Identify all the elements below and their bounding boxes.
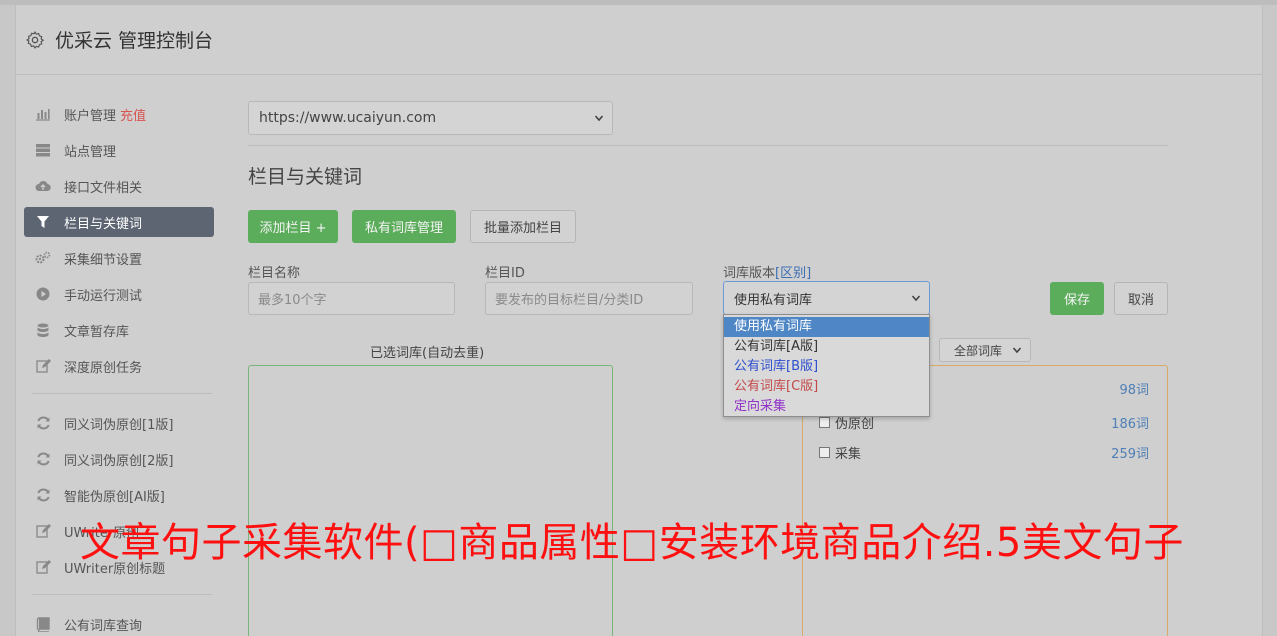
batch-add-column-button[interactable]: 批量添加栏目 — [470, 210, 576, 243]
sidebar-item-label: 栏目与关键词 — [64, 216, 143, 232]
add-column-button[interactable]: 添加栏目 + — [248, 210, 338, 243]
library-version-label: 词库版本[区别] — [723, 262, 811, 281]
sidebar-item-synonym-v1[interactable]: 同义词伪原创[1版] — [24, 408, 214, 438]
sidebar-item-label: 文章暂存库 — [64, 324, 130, 340]
library-version-select[interactable]: 使用私有词库 — [723, 281, 930, 315]
sidebar-item-article-store[interactable]: 文章暂存库 — [24, 315, 214, 345]
sidebar-item-label: 同义词伪原创[1版] — [64, 417, 174, 433]
library-count: 259词 — [1111, 447, 1149, 462]
library-count: 98词 — [1119, 383, 1149, 398]
sidebar-item-label: 账户管理 — [64, 108, 117, 124]
chevron-down-icon — [1012, 347, 1022, 354]
sidebar-item-collect-settings[interactable]: 采集细节设置 — [24, 243, 214, 273]
site-select[interactable]: https://www.ucaiyun.com — [248, 101, 613, 135]
play-circle-icon — [35, 286, 51, 302]
page-title: 优采云 管理控制台 — [55, 30, 214, 52]
sidebar-item-account[interactable]: 账户管理 充值 — [24, 99, 214, 129]
cloud-upload-icon — [35, 178, 51, 194]
column-name-input[interactable]: 最多10个字 — [248, 282, 455, 315]
server-icon — [35, 142, 51, 158]
library-checkbox[interactable] — [819, 447, 830, 458]
edit-icon — [35, 358, 51, 374]
section-title: 栏目与关键词 — [248, 166, 363, 188]
difference-link[interactable]: [区别] — [775, 266, 811, 281]
cancel-button[interactable]: 取消 — [1114, 282, 1168, 315]
dropdown-option-private[interactable]: 使用私有词库 — [724, 317, 929, 337]
sidebar-divider — [32, 594, 212, 595]
dropdown-option-public-b[interactable]: 公有词库[B版] — [724, 357, 929, 377]
sidebar-item-label: 采集细节设置 — [64, 252, 143, 268]
sidebar-item-label: 深度原创任务 — [64, 360, 143, 376]
divider — [248, 145, 1168, 146]
database-icon — [35, 322, 51, 338]
library-checkbox[interactable] — [819, 417, 830, 428]
chevron-down-icon — [911, 295, 921, 302]
column-id-input[interactable]: 要发布的目标栏目/分类ID — [485, 282, 693, 315]
column-id-label: 栏目ID — [485, 266, 525, 281]
library-version-dropdown[interactable]: 使用私有词库 公有词库[A版] 公有词库[B版] 公有词库[C版] 定向采集 — [723, 314, 930, 417]
library-filter-select[interactable]: 全部词库 — [939, 338, 1031, 362]
sidebar-item-ai-original[interactable]: 智能伪原创[AI版] — [24, 480, 214, 510]
selected-libraries-panel[interactable] — [248, 365, 613, 636]
gear-icon — [26, 30, 45, 49]
bar-chart-icon — [35, 106, 51, 122]
sidebar-item-label: 公有词库查询 — [64, 618, 143, 634]
library-version-value: 使用私有词库 — [734, 292, 813, 308]
edit-icon — [35, 559, 51, 575]
sidebar-item-label: 接口文件相关 — [64, 180, 143, 196]
dropdown-option-directed[interactable]: 定向采集 — [724, 397, 929, 417]
sidebar-item-label: 手动运行测试 — [64, 288, 143, 304]
library-row[interactable]: 采集 259词 — [819, 443, 1149, 462]
library-version-label-text: 词库版本 — [723, 266, 776, 281]
sidebar-item-sites[interactable]: 站点管理 — [24, 135, 214, 165]
refresh-icon — [35, 487, 51, 503]
sidebar-item-synonym-v2[interactable]: 同义词伪原创[2版] — [24, 444, 214, 474]
private-library-button[interactable]: 私有词库管理 — [352, 210, 456, 243]
sidebar-item-deep-original[interactable]: 深度原创任务 — [24, 351, 214, 381]
sidebar-divider — [32, 393, 212, 394]
site-select-value: https://www.ucaiyun.com — [259, 110, 437, 126]
sidebar-item-manual-run[interactable]: 手动运行测试 — [24, 279, 214, 309]
dropdown-option-public-c[interactable]: 公有词库[C版] — [724, 377, 929, 397]
cogs-icon — [35, 250, 51, 266]
recharge-link[interactable]: 充值 — [120, 105, 146, 124]
refresh-icon — [35, 451, 51, 467]
refresh-icon — [35, 415, 51, 431]
sidebar-item-interface[interactable]: 接口文件相关 — [24, 171, 214, 201]
sidebar-item-label: 智能伪原创[AI版] — [64, 489, 165, 505]
dropdown-option-public-a[interactable]: 公有词库[A版] — [724, 337, 929, 357]
library-name: 采集 — [835, 447, 862, 462]
column-name-label: 栏目名称 — [248, 266, 301, 281]
edit-icon — [35, 523, 51, 539]
sidebar-item-label: 同义词伪原创[2版] — [64, 453, 174, 469]
save-button[interactable]: 保存 — [1050, 282, 1104, 315]
page-header: 优采云 管理控制台 — [16, 5, 1262, 75]
chevron-down-icon — [594, 115, 604, 122]
sidebar-item-columns[interactable]: 栏目与关键词 — [24, 207, 214, 237]
sidebar-item-public-lib-query[interactable]: 公有词库查询 — [24, 609, 214, 636]
overlay-caption: 文章句子采集软件(□商品属性□安装环境商品介绍.5美文句子 — [80, 520, 1184, 566]
selected-libraries-title: 已选词库(自动去重) — [370, 346, 485, 361]
library-count: 186词 — [1111, 417, 1149, 432]
library-filter-value: 全部词库 — [954, 343, 1003, 358]
filter-icon — [35, 214, 51, 230]
book-icon — [35, 616, 51, 632]
sidebar-item-label: 站点管理 — [64, 144, 117, 160]
